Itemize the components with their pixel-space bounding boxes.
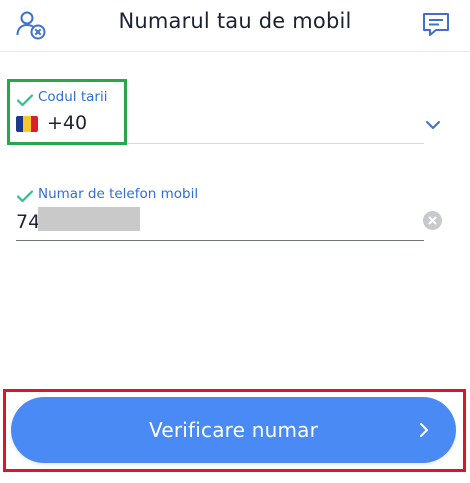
- country-code-label: Codul tarii: [16, 89, 216, 109]
- phone-number-screen: Numarul tau de mobil Codul tarii +40 Num…: [0, 0, 470, 483]
- phone-number-underline: [16, 240, 424, 241]
- phone-number-field[interactable]: Numar de telefon mobil: [16, 184, 442, 244]
- user-remove-icon[interactable]: [14, 8, 48, 42]
- country-code-value: +40: [47, 112, 88, 134]
- check-icon: [16, 190, 34, 203]
- redacted-digits: [38, 207, 140, 231]
- chat-icon[interactable]: [419, 8, 453, 42]
- phone-number-label-text: Numar de telefon mobil: [38, 186, 199, 202]
- country-code-field[interactable]: Codul tarii +40: [16, 86, 440, 146]
- page-title: Numarul tau de mobil: [118, 9, 352, 33]
- country-code-underline: [16, 143, 424, 144]
- clear-input-button[interactable]: [423, 211, 442, 230]
- verify-number-label: Verificare numar: [148, 418, 319, 442]
- romania-flag-icon: [16, 116, 38, 132]
- check-icon: [16, 94, 34, 107]
- chevron-down-icon[interactable]: [424, 119, 442, 131]
- phone-number-label: Numar de telefon mobil: [16, 186, 276, 206]
- chevron-right-icon: [420, 423, 428, 437]
- country-code-label-text: Codul tarii: [38, 89, 108, 105]
- close-icon: [428, 216, 437, 225]
- verify-number-button[interactable]: Verificare numar: [11, 397, 456, 463]
- header: Numarul tau de mobil: [0, 0, 470, 52]
